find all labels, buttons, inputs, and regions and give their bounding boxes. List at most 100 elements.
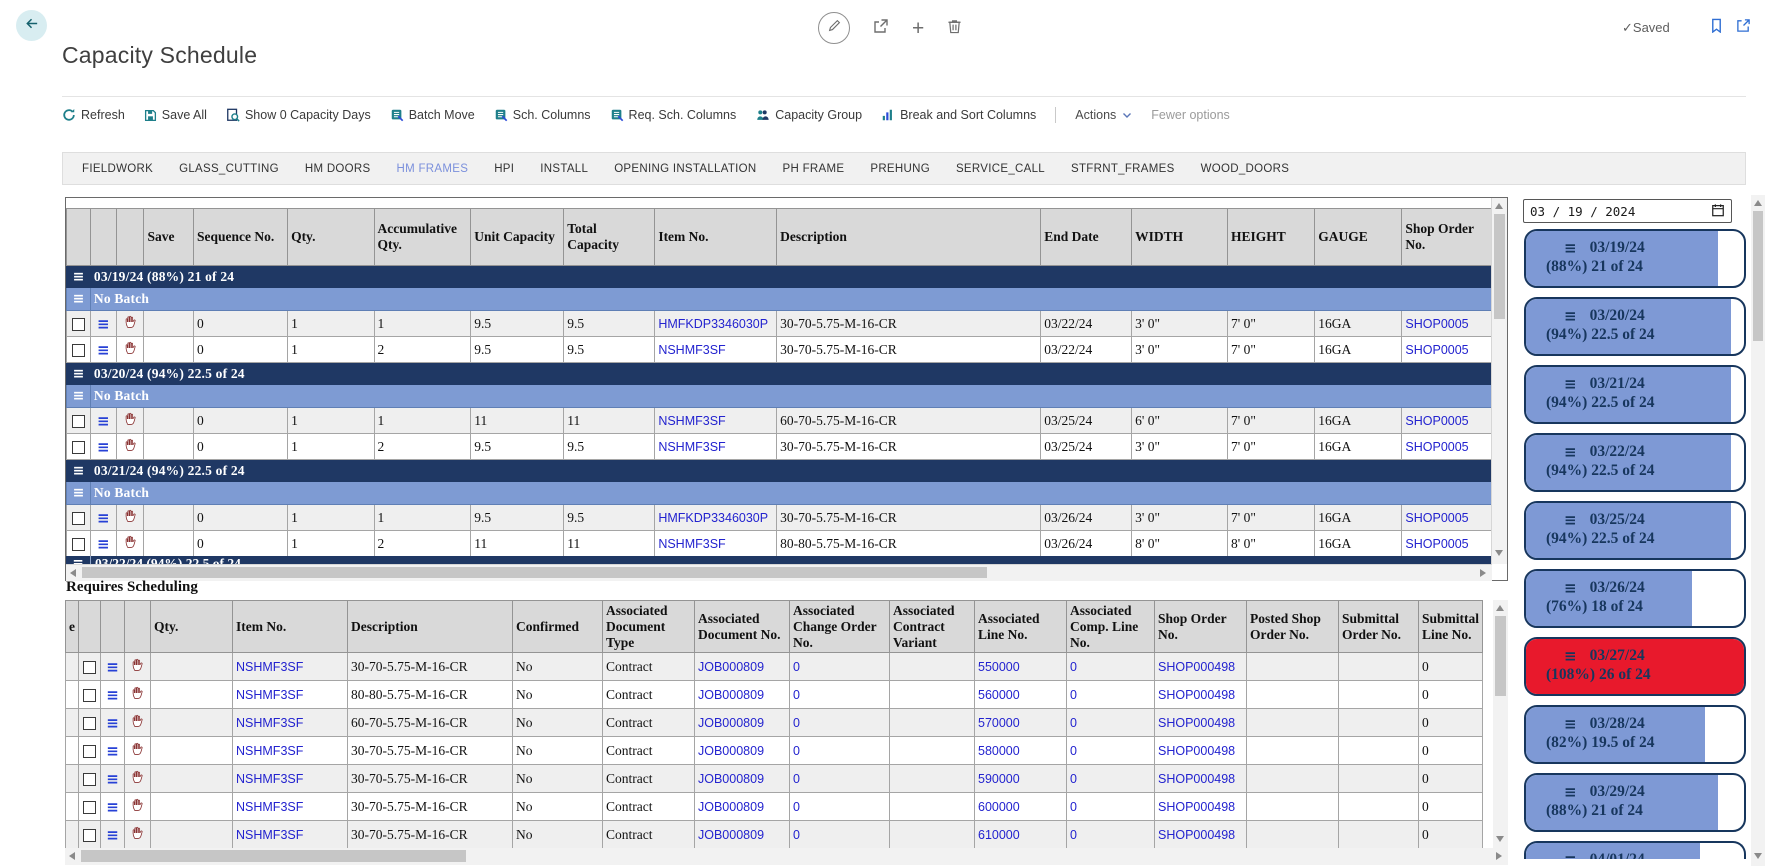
column-header-save[interactable]: Save — [144, 209, 194, 266]
row-menu-icon[interactable]: ≡ — [101, 793, 125, 821]
capacity-day-card[interactable]: ≡04/01/24 — [1524, 841, 1746, 859]
card-menu-icon[interactable]: ≡ — [1564, 715, 1577, 733]
cell-change_order[interactable]: 0 — [790, 793, 890, 821]
cell-change_order[interactable]: 0 — [790, 821, 890, 849]
scroll-thumb[interactable] — [82, 567, 987, 578]
drag-hand-icon[interactable] — [125, 737, 151, 765]
cell-shop[interactable]: SHOP0005 — [1402, 337, 1492, 363]
column-header-item-no[interactable]: Item No. — [233, 601, 348, 653]
scroll-up-arrow[interactable] — [1496, 605, 1504, 611]
cell-shop[interactable]: SHOP000498 — [1155, 793, 1247, 821]
row-menu-icon[interactable]: ≡ — [101, 737, 125, 765]
column-header-shop-order-no[interactable]: Shop Order No. — [1155, 601, 1247, 653]
column-header-gauge[interactable]: GAUGE — [1315, 209, 1402, 266]
sch-columns-button[interactable]: Sch. Columns — [494, 108, 591, 122]
drag-hand-icon[interactable] — [116, 311, 144, 337]
scroll-down-arrow[interactable] — [1754, 853, 1762, 859]
batch-menu-icon[interactable]: ≡ — [67, 482, 91, 505]
column-header-posted-shop-order-no[interactable]: Posted Shop Order No. — [1247, 601, 1339, 653]
row-select-checkbox[interactable] — [67, 408, 91, 434]
scroll-thumb[interactable] — [1753, 211, 1763, 341]
column-header-width[interactable]: WIDTH — [1132, 209, 1228, 266]
card-menu-icon[interactable]: ≡ — [1564, 511, 1577, 529]
cell-comp_line[interactable]: 0 — [1067, 653, 1155, 681]
cell-comp_line[interactable]: 0 — [1067, 681, 1155, 709]
share-button[interactable] — [873, 18, 889, 39]
card-menu-icon[interactable]: ≡ — [1564, 443, 1577, 461]
drag-hand-icon[interactable] — [116, 337, 144, 363]
column-header-total-capacity[interactable]: Total Capacity — [564, 209, 655, 266]
column-header-submittal-line-no[interactable]: Submittal Line No. — [1419, 601, 1483, 653]
capacity-day-card[interactable]: ≡03/28/24 (82%) 19.5 of 24 — [1524, 705, 1746, 764]
card-menu-icon[interactable]: ≡ — [1564, 579, 1577, 597]
tab-stfrnt-frames[interactable]: STFRNT_FRAMES — [1058, 163, 1188, 175]
batch-menu-icon[interactable]: ≡ — [67, 288, 91, 311]
cell-change_order[interactable]: 0 — [790, 737, 890, 765]
cell-shop[interactable]: SHOP000498 — [1155, 653, 1247, 681]
row-select-checkbox[interactable] — [67, 311, 91, 337]
row-select-checkbox[interactable] — [67, 505, 91, 531]
cell-item[interactable]: NSHMF3SF — [233, 765, 348, 793]
cell-comp_line[interactable]: 0 — [1067, 765, 1155, 793]
capacity-table-horizontal-scrollbar[interactable] — [66, 564, 1492, 581]
column-header-description[interactable]: Description — [348, 601, 513, 653]
cell-change_order[interactable]: 0 — [790, 681, 890, 709]
cell-doc_no[interactable]: JOB000809 — [695, 765, 790, 793]
row-select-checkbox[interactable] — [67, 531, 91, 557]
edit-button[interactable] — [818, 12, 850, 44]
capacity-day-card[interactable]: ≡03/19/24 (88%) 21 of 24 — [1524, 229, 1746, 288]
cell-item[interactable]: NSHMF3SF — [655, 434, 777, 460]
row-menu-icon[interactable]: ≡ — [101, 681, 125, 709]
column-header-description[interactable]: Description — [777, 209, 1041, 266]
drag-hand-icon[interactable] — [125, 681, 151, 709]
cell-shop[interactable]: SHOP000498 — [1155, 821, 1247, 849]
column-header-associated-document-type[interactable]: Associated Document Type — [603, 601, 695, 653]
cell-item[interactable]: NSHMF3SF — [233, 653, 348, 681]
cell-item[interactable]: NSHMF3SF — [655, 531, 777, 557]
show-0-capacity-days-button[interactable]: Show 0 Capacity Days — [226, 108, 371, 122]
column-header-item-no[interactable]: Item No. — [655, 209, 777, 266]
row-menu-icon[interactable]: ≡ — [101, 765, 125, 793]
cell-item[interactable]: HMFKDP3346030P — [655, 505, 777, 531]
drag-hand-icon[interactable] — [125, 765, 151, 793]
capacity-day-card[interactable]: ≡03/29/24 (88%) 21 of 24 — [1524, 773, 1746, 832]
tab-wood-doors[interactable]: WOOD_DOORS — [1188, 163, 1303, 175]
cell-item[interactable]: NSHMF3SF — [233, 821, 348, 849]
row-menu-icon[interactable]: ≡ — [101, 709, 125, 737]
scroll-thumb[interactable] — [81, 850, 466, 862]
actions-menu-button[interactable]: Actions — [1075, 108, 1132, 122]
tab-hpi[interactable]: HPI — [481, 163, 527, 175]
tab-hm-doors[interactable]: HM DOORS — [292, 163, 384, 175]
tab-ph-frame[interactable]: PH FRAME — [770, 163, 858, 175]
column-header-height[interactable]: HEIGHT — [1228, 209, 1315, 266]
cell-comp_line[interactable]: 0 — [1067, 709, 1155, 737]
cell-comp_line[interactable]: 0 — [1067, 821, 1155, 849]
drag-hand-icon[interactable] — [125, 709, 151, 737]
drag-hand-icon[interactable] — [116, 505, 144, 531]
row-select-checkbox[interactable] — [79, 765, 101, 793]
column-header-qty[interactable]: Qty. — [151, 601, 233, 653]
scroll-left-arrow[interactable] — [70, 569, 76, 577]
scroll-left-arrow[interactable] — [69, 852, 75, 860]
capacity-day-card[interactable]: ≡03/21/24 (94%) 22.5 of 24 — [1524, 365, 1746, 424]
capacity-day-card[interactable]: ≡03/22/24 (94%) 22.5 of 24 — [1524, 433, 1746, 492]
cell-shop[interactable]: SHOP000498 — [1155, 765, 1247, 793]
row-menu-icon[interactable]: ≡ — [90, 531, 116, 557]
tab-hm-frames[interactable]: HM FRAMES — [384, 163, 482, 175]
row-menu-icon[interactable]: ≡ — [101, 821, 125, 849]
row-select-checkbox[interactable] — [67, 337, 91, 363]
cell-item[interactable]: NSHMF3SF — [233, 709, 348, 737]
group-menu-icon[interactable]: ≡ — [66, 556, 91, 564]
row-select-checkbox[interactable] — [79, 681, 101, 709]
row-menu-icon[interactable]: ≡ — [90, 408, 116, 434]
requires-scheduling-vertical-scrollbar[interactable] — [1493, 600, 1508, 848]
drag-hand-icon[interactable] — [125, 793, 151, 821]
card-menu-icon[interactable]: ≡ — [1564, 851, 1577, 859]
cell-change_order[interactable]: 0 — [790, 653, 890, 681]
cell-item[interactable]: HMFKDP3346030P — [655, 311, 777, 337]
row-menu-icon[interactable]: ≡ — [90, 505, 116, 531]
row-menu-icon[interactable]: ≡ — [90, 337, 116, 363]
drag-hand-icon[interactable] — [125, 821, 151, 849]
cell-item[interactable]: NSHMF3SF — [233, 681, 348, 709]
capacity-group-button[interactable]: Capacity Group — [755, 108, 862, 122]
